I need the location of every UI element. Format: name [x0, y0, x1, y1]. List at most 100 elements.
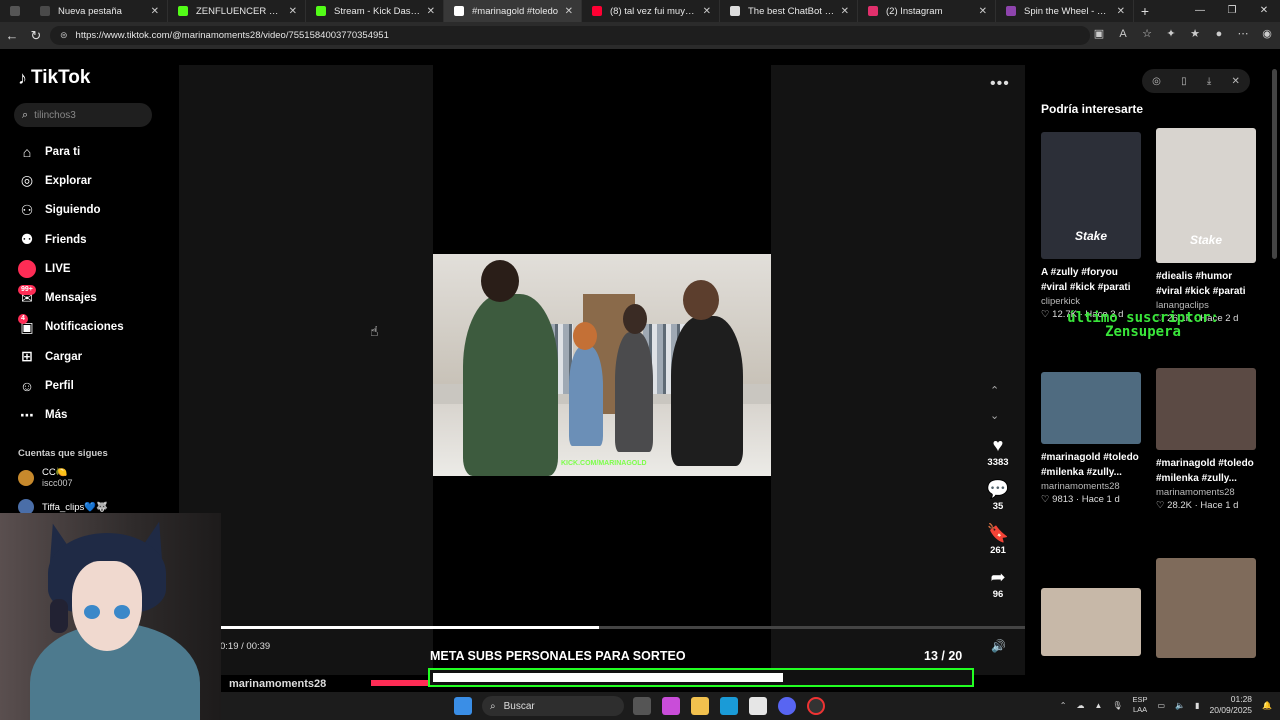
sidebar-item-notificaciones[interactable]: ▣ 4 Notificaciones: [16, 313, 176, 342]
browser-tab[interactable]: (8) tal vez fui muy duro con ✕: [582, 0, 720, 22]
sidebar-item-live[interactable]: LIVE: [16, 254, 176, 283]
microphone-icon[interactable]: 🎙: [1112, 701, 1122, 710]
phone-icon[interactable]: ▯: [1181, 76, 1187, 87]
taskbar-search[interactable]: ⌕ Buscar: [482, 696, 624, 716]
speaker-icon[interactable]: 🔈: [1175, 701, 1185, 710]
maximize-icon[interactable]: ❐: [1216, 0, 1248, 22]
comment-button[interactable]: 💬 35: [980, 479, 1016, 512]
recommendation-caption[interactable]: #marinagold #toledo #milenka #zully...: [1041, 450, 1141, 480]
menu-icon[interactable]: ⋯: [1236, 27, 1250, 41]
edge-icon[interactable]: [720, 697, 738, 715]
copilot-icon[interactable]: ◉: [1260, 27, 1274, 41]
browser-tab[interactable]: The best ChatBot and Widg ✕: [720, 0, 858, 22]
sidebar-item-m-s[interactable]: ⋯ Más: [16, 401, 176, 430]
save-button[interactable]: 🔖 261: [980, 523, 1016, 556]
tab-close-icon[interactable]: ✕: [565, 6, 573, 17]
network-icon[interactable]: ▭: [1158, 701, 1166, 710]
battery-icon[interactable]: ▮: [1195, 701, 1199, 710]
more-options-icon[interactable]: •••: [990, 75, 1010, 93]
download-icon[interactable]: ⤓: [1207, 76, 1211, 87]
next-video-icon[interactable]: ⌄: [990, 409, 999, 422]
refresh-icon[interactable]: ↻: [24, 28, 48, 44]
following-item[interactable]: CC🍋 iscc007: [18, 467, 73, 488]
app-icon[interactable]: [807, 697, 825, 715]
tiktok-logo[interactable]: ♪ TikTok: [18, 67, 90, 89]
close-window-icon[interactable]: ✕: [1248, 0, 1280, 22]
tab-close-icon[interactable]: ✕: [151, 6, 159, 17]
favorites-icon[interactable]: ★: [1188, 27, 1202, 41]
store-icon[interactable]: [749, 697, 767, 715]
recommendation-author[interactable]: marinamoments28: [1041, 481, 1141, 492]
recommendation-author[interactable]: marinamoments28: [1156, 487, 1256, 498]
back-icon[interactable]: ←: [0, 28, 24, 43]
video-author[interactable]: marinamoments28: [229, 678, 326, 690]
task-view-icon[interactable]: [633, 697, 651, 715]
copilot-taskbar-icon[interactable]: [662, 697, 680, 715]
recommendation-thumbnail[interactable]: [1041, 372, 1141, 444]
browser-tab[interactable]: #marinagold #toledo ✕: [444, 0, 582, 22]
recommendation-caption[interactable]: #marinagold #toledo #milenka #zully...: [1156, 456, 1256, 486]
site-info-icon[interactable]: ⊜: [60, 30, 68, 41]
recommendation-caption[interactable]: #diealis #humor #viral #kick #parati: [1156, 269, 1256, 299]
recommendation-thumbnail[interactable]: [1041, 588, 1141, 656]
sidebar-item-siguiendo[interactable]: ⚇ Siguiendo: [16, 196, 176, 225]
read-aloud-icon[interactable]: A: [1116, 27, 1130, 41]
recommendation-caption[interactable]: A #zully #foryou #viral #kick #parati: [1041, 265, 1141, 295]
volume-icon[interactable]: 🔊: [991, 639, 1006, 653]
extensions-icon[interactable]: ✦: [1164, 27, 1178, 41]
notifications-tray-icon[interactable]: 🔔: [1262, 701, 1272, 710]
minimize-icon[interactable]: —: [1184, 0, 1216, 22]
browser-tab[interactable]: Spin the Wheel - Free and ✕: [996, 0, 1134, 22]
page-scrollbar[interactable]: [1272, 69, 1277, 259]
discord-icon[interactable]: [778, 697, 796, 715]
sidebar-item-cargar[interactable]: ⊞ Cargar: [16, 342, 176, 371]
browser-tab[interactable]: (2) Instagram ✕: [858, 0, 996, 22]
recommendation-author[interactable]: cliperkick: [1041, 296, 1141, 307]
sidebar-item-friends[interactable]: ⚉ Friends: [16, 225, 176, 254]
tab-close-icon[interactable]: ✕: [841, 6, 849, 17]
new-tab-button[interactable]: +: [1134, 3, 1156, 19]
profile-avatar-icon[interactable]: ●: [1212, 27, 1226, 41]
browser-tab[interactable]: Stream - Kick Dashboard ✕: [306, 0, 444, 22]
recommendation-card[interactable]: [1156, 558, 1256, 658]
like-button[interactable]: ♥ 3383: [980, 435, 1016, 468]
video-frame[interactable]: KICK.COM/MARINAGOLD: [433, 254, 771, 476]
recommendation-thumbnail[interactable]: Stake: [1156, 128, 1256, 263]
tab-close-icon[interactable]: ✕: [427, 6, 435, 17]
browser-tab[interactable]: ZENFLUENCER Stream - Wa ✕: [168, 0, 306, 22]
sidebar-item-perfil[interactable]: ☺ Perfil: [16, 371, 176, 400]
search-input[interactable]: ⌕ tilinchos3: [14, 103, 152, 127]
recommendation-thumbnail[interactable]: [1156, 558, 1256, 658]
favorite-icon[interactable]: ☆: [1140, 27, 1154, 41]
recommendation-thumbnail[interactable]: [1156, 368, 1256, 450]
recommendation-card[interactable]: #marinagold #toledo #milenka #zully... ma…: [1156, 368, 1256, 511]
tab-actions-button[interactable]: [0, 0, 30, 22]
speed-icon[interactable]: ◎: [1152, 76, 1161, 87]
recommendation-card[interactable]: [1041, 588, 1141, 656]
cloud-icon[interactable]: ☁: [1076, 701, 1084, 710]
tab-close-icon[interactable]: ✕: [1117, 6, 1125, 17]
windows-start-icon[interactable]: [454, 697, 472, 715]
recommendation-card[interactable]: #marinagold #toledo #milenka #zully... ma…: [1041, 372, 1141, 505]
tab-close-icon[interactable]: ✕: [979, 6, 987, 17]
previous-video-icon[interactable]: ⌃: [990, 384, 999, 397]
tray-chevron-icon[interactable]: ⌃: [1060, 701, 1067, 710]
file-explorer-icon[interactable]: [691, 697, 709, 715]
recommendation-card[interactable]: Stake #diealis #humor #viral #kick #parat…: [1156, 128, 1256, 324]
install-app-icon[interactable]: ▣: [1092, 27, 1106, 41]
clock[interactable]: 01:28 20/09/2025: [1209, 694, 1252, 716]
sidebar-item-mensajes[interactable]: ✉ 99+ Mensajes: [16, 283, 176, 312]
close-icon[interactable]: ✕: [1231, 76, 1239, 87]
recommendation-card[interactable]: Stake A #zully #foryou #viral #kick #para…: [1041, 132, 1141, 320]
tab-close-icon[interactable]: ✕: [289, 6, 297, 17]
tab-favicon-icon: [868, 6, 878, 16]
app-tray-icon[interactable]: ▲: [1094, 701, 1102, 710]
recommendation-thumbnail[interactable]: Stake: [1041, 132, 1141, 259]
share-button[interactable]: ➦ 96: [980, 567, 1016, 600]
tab-close-icon[interactable]: ✕: [703, 6, 711, 17]
url-field[interactable]: ⊜ https://www.tiktok.com/@marinamoments2…: [50, 26, 1090, 45]
sidebar-item-explorar[interactable]: ◎ Explorar: [16, 166, 176, 195]
sidebar-item-para-ti[interactable]: ⌂ Para ti: [16, 137, 176, 166]
browser-tab[interactable]: Nueva pestaña ✕: [30, 0, 168, 22]
language-indicator[interactable]: ESP LAA: [1133, 695, 1148, 715]
